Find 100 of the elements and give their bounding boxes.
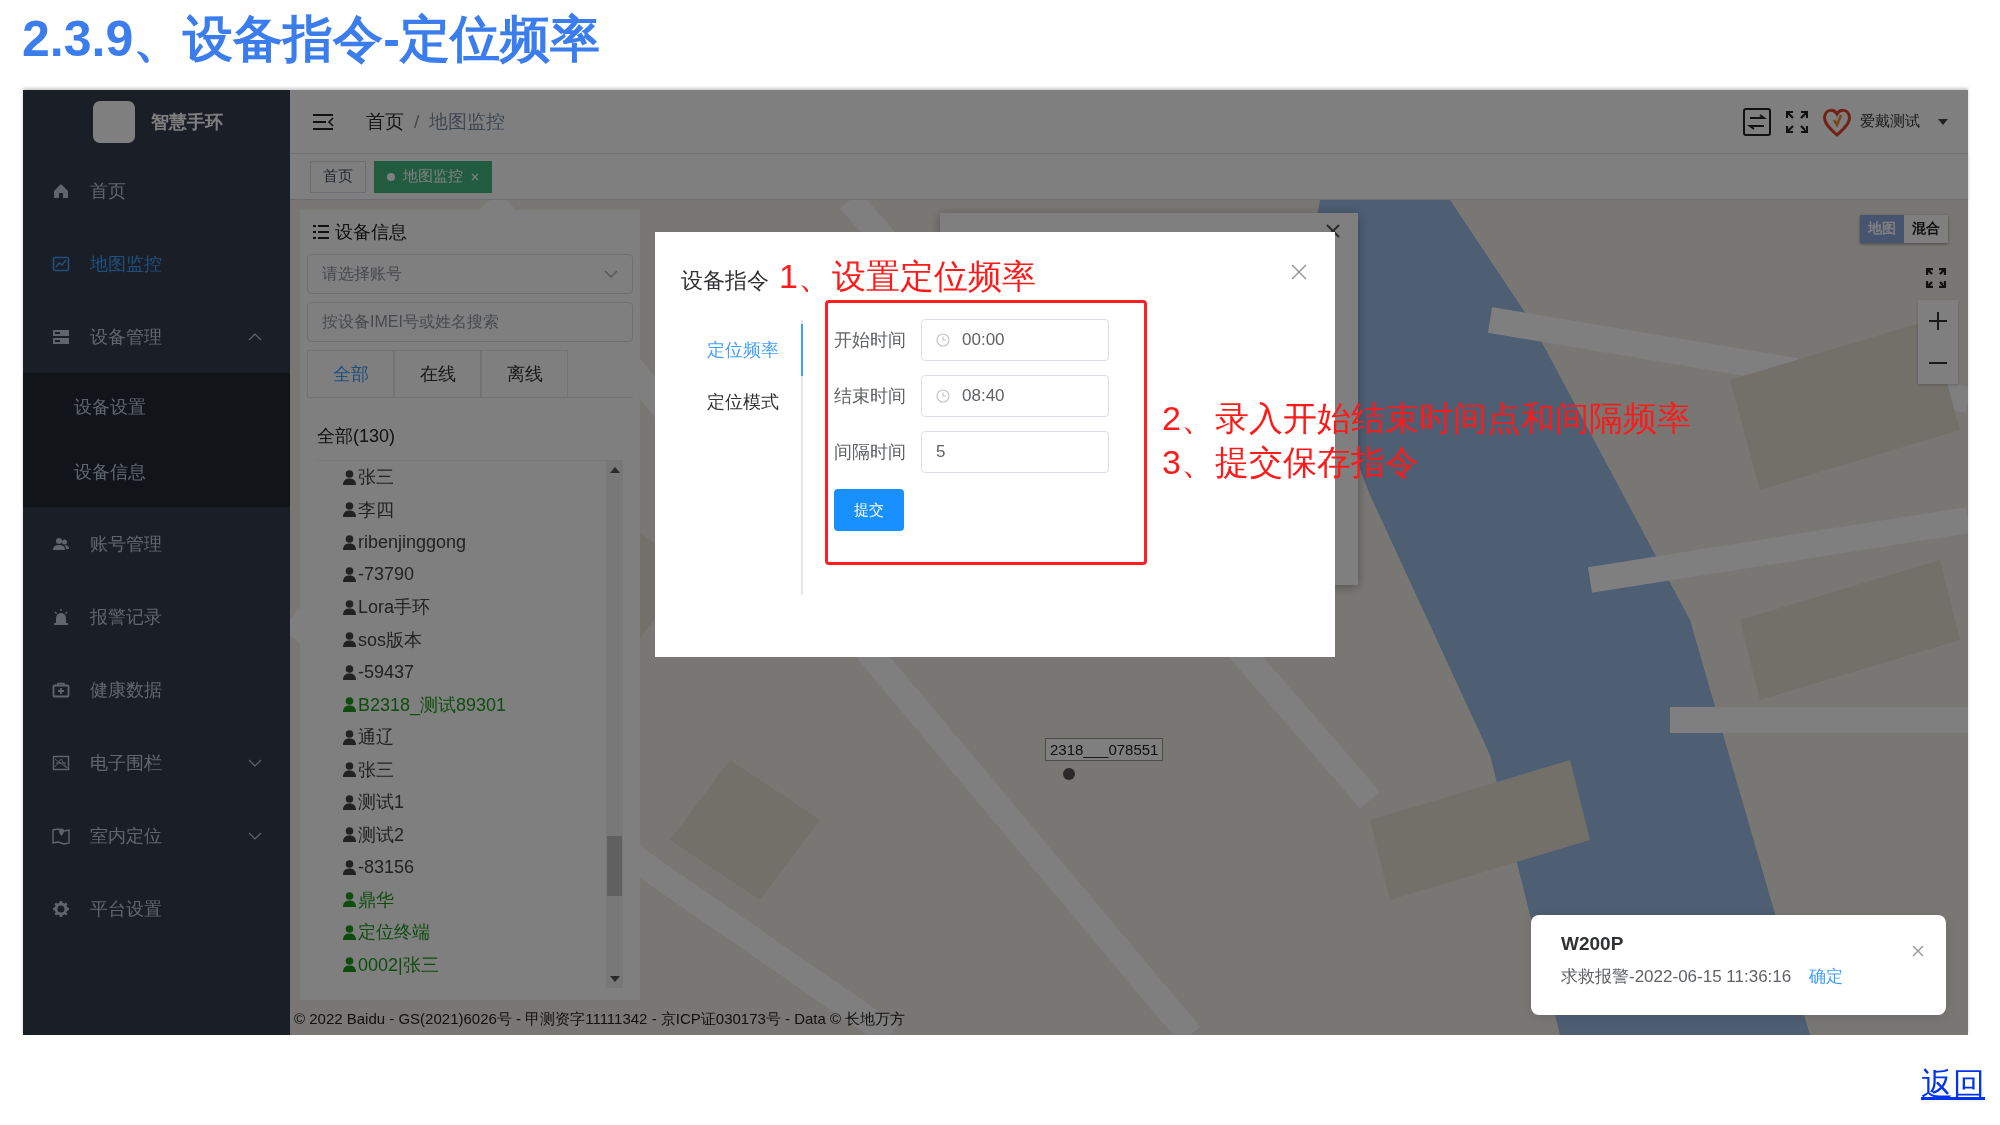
sidebar-item[interactable]: 健康数据 — [23, 653, 290, 726]
person-icon — [343, 502, 356, 518]
medkit-icon — [52, 680, 70, 699]
scroll-down-icon[interactable] — [609, 976, 620, 982]
notification-title: W200P — [1561, 933, 1625, 955]
filter-tab[interactable]: 全部 — [307, 350, 394, 397]
dialog-tab[interactable]: 定位模式 — [681, 376, 803, 428]
search-field[interactable]: 按设备IMEI号或姓名搜索 — [307, 302, 633, 342]
dialog-title: 设备指令 — [681, 267, 769, 295]
person-icon — [343, 599, 356, 615]
confirm-link[interactable]: 确定 — [1809, 965, 1844, 988]
page-title: 2.3.9、设备指令-定位频率 — [21, 10, 601, 69]
device-item[interactable]: -73790 — [343, 558, 606, 591]
device-item[interactable]: 0002|张三 — [343, 948, 606, 981]
device-item[interactable]: 测试2 — [343, 818, 606, 851]
list-icon — [313, 225, 329, 239]
breadcrumb-item: 地图监控 — [429, 109, 506, 134]
sidebar-item-label: 首页 — [90, 179, 127, 203]
scrollbar-thumb[interactable] — [607, 836, 622, 896]
logo-image — [93, 101, 135, 143]
user-name[interactable]: 爱戴测试 — [1860, 112, 1920, 131]
server-icon — [52, 327, 70, 346]
page-tab[interactable]: 首页 — [310, 160, 366, 193]
device-item[interactable]: B2318_测试89301 — [343, 688, 606, 721]
person-icon — [343, 924, 356, 940]
person-icon — [343, 827, 356, 843]
device-item[interactable]: ribenjinggong — [343, 526, 606, 559]
device-item[interactable]: -59437 — [343, 656, 606, 689]
map-pin-icon — [52, 826, 70, 845]
sidebar-item[interactable]: 设备管理 — [23, 300, 290, 373]
sidebar-item-label: 报警记录 — [90, 605, 163, 629]
person-icon — [343, 762, 356, 778]
sidebar-item[interactable]: 电子围栏 — [23, 726, 290, 799]
person-icon — [343, 469, 356, 485]
fullscreen-icon[interactable] — [1786, 110, 1808, 133]
input-field[interactable]: 5 — [921, 431, 1109, 473]
device-item[interactable]: 定位终端 — [343, 916, 606, 949]
sidebar-item-label: 设备管理 — [90, 325, 163, 349]
person-icon — [343, 892, 356, 908]
device-item[interactable]: 通辽 — [343, 721, 606, 754]
fullscreen-icon[interactable] — [1926, 268, 1946, 288]
layout-switch-icon[interactable] — [1742, 106, 1772, 137]
close-icon[interactable] — [1912, 945, 1924, 957]
marker-label: 2318___078551 — [1045, 738, 1164, 761]
sidebar-item[interactable]: 平台设置 — [23, 872, 290, 945]
input-field[interactable]: 00:00 — [921, 319, 1109, 361]
device-item[interactable]: 鼎华 — [343, 883, 606, 916]
home-icon — [52, 181, 70, 200]
submenu-item[interactable]: 设备设置 — [23, 375, 290, 440]
person-icon — [343, 729, 356, 745]
person-icon — [343, 957, 356, 973]
filter-tab[interactable]: 在线 — [394, 350, 481, 397]
submit-button[interactable]: 提交 — [834, 489, 904, 531]
map-copyright: © 2022 Baidu - GS(2021)6026号 - 甲测资字11111342 - 京ICP证030173号 - Data © 长地万方 — [294, 1010, 906, 1029]
account-select[interactable]: 请选择账号 — [307, 254, 633, 294]
sidebar-item[interactable]: 室内定位 — [23, 799, 290, 872]
breadcrumb-item[interactable]: 首页 — [366, 108, 404, 135]
menu-icon[interactable] — [312, 112, 334, 131]
tree-node[interactable]: 全部(130) — [307, 424, 633, 460]
person-icon — [343, 567, 356, 583]
sidebar-item-label: 电子围栏 — [90, 751, 163, 775]
status-dot — [387, 172, 395, 181]
field-label: 开始时间 — [834, 329, 907, 352]
device-item[interactable]: 张三 — [343, 753, 606, 786]
person-icon — [343, 859, 356, 875]
page-tab[interactable]: 地图监控 — [374, 160, 492, 193]
zoom-in-icon[interactable] — [1928, 311, 1948, 331]
device-item[interactable]: Lora手环 — [343, 591, 606, 624]
panel-title: 设备信息 — [335, 221, 407, 244]
sidebar-item-label: 健康数据 — [90, 678, 163, 702]
device-item[interactable]: -83156 — [343, 851, 606, 884]
dialog-tab[interactable]: 定位频率 — [681, 324, 803, 376]
siren-icon — [52, 607, 70, 626]
caret-down-icon[interactable] — [1938, 118, 1948, 125]
scroll-up-icon[interactable] — [609, 467, 620, 473]
device-item[interactable]: 张三 — [343, 461, 606, 494]
map-frame-icon — [52, 753, 70, 772]
sidebar-item-label: 平台设置 — [90, 897, 163, 921]
clock-icon — [936, 333, 950, 347]
device-item[interactable]: 李四 — [343, 493, 606, 526]
device-item[interactable]: sos版本 — [343, 623, 606, 656]
settings-icon — [52, 899, 70, 918]
sidebar-item[interactable]: 账号管理 — [23, 507, 290, 580]
sidebar-item-label: 地图监控 — [90, 252, 163, 276]
chart-icon — [52, 254, 70, 273]
chevron-down-icon — [604, 270, 618, 278]
device-item[interactable]: 测试1 — [343, 786, 606, 819]
close-icon[interactable] — [1291, 264, 1307, 280]
sidebar-item[interactable]: 首页 — [23, 154, 290, 227]
submenu-item[interactable]: 设备信息 — [23, 440, 290, 505]
person-icon — [343, 664, 356, 680]
clock-icon — [936, 389, 950, 403]
input-field[interactable]: 08:40 — [921, 375, 1109, 417]
person-icon — [343, 534, 356, 550]
sidebar-item[interactable]: 报警记录 — [23, 580, 290, 653]
filter-tab[interactable]: 离线 — [481, 350, 568, 397]
scrollbar[interactable] — [606, 461, 623, 988]
back-link[interactable]: 返回 — [1921, 1063, 1985, 1107]
map-type-button[interactable]: 混合 — [1904, 215, 1948, 243]
sidebar-item-label: 账号管理 — [90, 532, 163, 556]
